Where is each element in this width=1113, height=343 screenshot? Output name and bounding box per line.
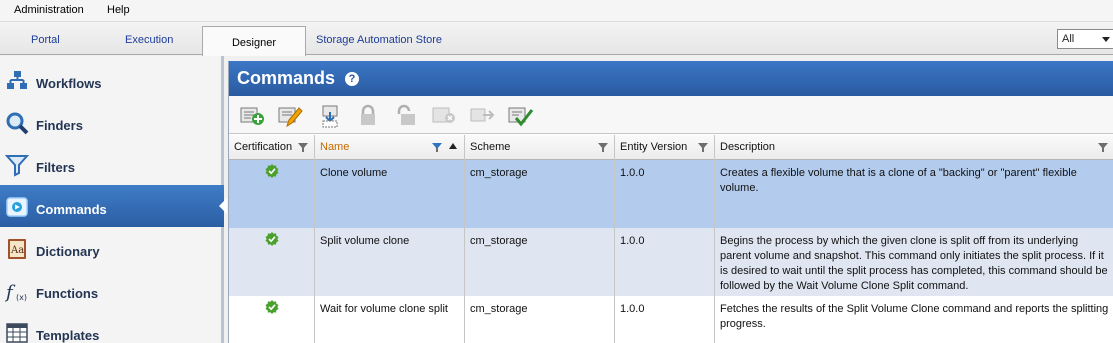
delete-command-icon [432,107,455,123]
filter-icon[interactable] [298,143,308,152]
column-header-name[interactable]: Name [315,135,465,160]
sidebar-item-functions[interactable]: f (x) Functions [0,269,224,311]
column-header-description[interactable]: Description [715,135,1113,160]
toolbar [229,96,1113,134]
filter-dropdown-value: All [1062,33,1075,45]
certification-cell [229,160,315,228]
certification-cell [229,228,315,296]
column-header-label: Entity Version [620,141,688,153]
table-row[interactable]: Split volume clone cm_storage 1.0.0 Begi… [229,228,1113,296]
column-header-label: Description [720,141,776,153]
sort-ascending-icon [449,143,457,149]
sidebar-item-label: Commands [36,202,107,217]
name-cell: Clone volume [315,160,465,228]
chevron-down-icon [1102,37,1110,42]
sidebar-item-label: Workflows [36,76,102,91]
sidebar-item-workflows[interactable]: Workflows [0,59,224,101]
certification-cell [229,296,315,343]
sidebar-item-templates[interactable]: Templates [0,311,224,343]
tab-portal[interactable]: Portal [31,34,60,46]
tab-bar: Portal Execution Designer Storage Automa… [0,22,1113,56]
table-header: Certification Name Scheme Entity Version… [229,135,1113,160]
table-row[interactable]: Wait for volume clone split cm_storage 1… [229,296,1113,343]
column-header-label: Certification [234,141,293,153]
sidebar-item-label: Functions [36,286,99,301]
function-fx-icon: f (x) [5,282,27,303]
table-grid-icon [6,323,28,343]
name-cell: Wait for volume clone split [315,296,465,343]
tab-storage-automation-store[interactable]: Storage Automation Store [316,34,442,46]
filter-icon[interactable] [598,143,608,152]
tab-designer[interactable]: Designer [202,26,306,56]
menu-help[interactable]: Help [107,4,130,16]
filter-dropdown[interactable]: All [1057,29,1113,49]
description-cell: Fetches the results of the Split Volume … [720,303,1109,330]
version-cell: 1.0.0 [615,296,715,343]
export-command-icon [470,108,495,122]
magnifier-icon [6,112,29,135]
panel-header: Commands ? [229,61,1113,96]
funnel-icon [5,155,29,177]
commands-panel: Commands ? Certification Name Scheme Ent… [228,61,1113,343]
svg-text:Aa: Aa [10,245,24,256]
column-header-certification[interactable]: Certification [229,135,315,160]
sidebar-item-filters[interactable]: Filters [0,143,224,185]
sidebar: Workflows Finders Filters Commands Aa Di… [0,56,227,343]
menu-bar: Administration Help [0,0,1113,22]
unlock-icon [397,104,415,125]
help-icon[interactable]: ? [345,72,359,86]
name-cell: Split volume clone [315,228,465,296]
certified-check-icon [265,300,279,314]
sidebar-item-dictionary[interactable]: Aa Dictionary [0,227,224,269]
command-icon [6,197,28,217]
sidebar-item-label: Dictionary [36,244,100,259]
scheme-cell: cm_storage [465,160,615,228]
scheme-cell: cm_storage [465,296,615,343]
column-header-scheme[interactable]: Scheme [465,135,615,160]
add-command-icon[interactable] [239,104,265,128]
column-header-label: Name [320,141,350,153]
menu-administration[interactable]: Administration [14,4,84,16]
sidebar-item-label: Templates [36,328,100,343]
filter-icon[interactable] [698,143,708,152]
filter-icon[interactable] [1098,143,1108,152]
certified-check-icon [265,232,279,246]
dictionary-book-icon: Aa [8,239,26,259]
description-cell: Creates a flexible volume that is a clon… [720,167,1077,194]
svg-text:(x): (x) [16,293,27,302]
workflows-icon [7,71,27,89]
column-header-label: Scheme [470,141,511,153]
sidebar-item-label: Finders [36,118,83,133]
version-cell: 1.0.0 [615,160,715,228]
sidebar-item-commands[interactable]: Commands [0,185,227,227]
edit-command-icon[interactable] [277,104,303,128]
filter-icon[interactable] [432,143,442,152]
certified-check-icon [265,164,279,178]
certify-command-icon[interactable] [507,104,533,128]
svg-text:f: f [5,282,16,303]
table-row[interactable]: Clone volume cm_storage 1.0.0 Creates a … [229,160,1113,228]
sidebar-item-label: Filters [36,160,76,175]
scheme-cell: cm_storage [465,228,615,296]
column-header-entity-version[interactable]: Entity Version [615,135,715,160]
sidebar-item-finders[interactable]: Finders [0,101,224,143]
import-command-icon[interactable] [317,104,343,128]
description-cell: Begins the process by which the given cl… [720,235,1108,292]
lock-icon [361,104,375,125]
tab-execution[interactable]: Execution [125,34,173,46]
version-cell: 1.0.0 [615,228,715,296]
page-title: Commands [237,68,336,88]
